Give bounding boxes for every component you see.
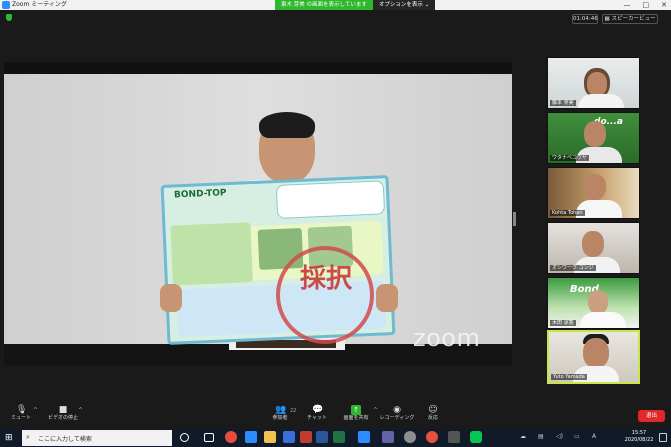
speaker-left-hand <box>160 284 182 312</box>
zoom-watermark: zoom <box>413 324 481 352</box>
meeting-topbar <box>0 10 671 28</box>
speaker-right-hand <box>376 284 398 312</box>
app-icon[interactable] <box>426 431 438 443</box>
participant-tile[interactable]: Bond 木田 涼香 <box>547 277 640 329</box>
chat-bubble-icon: 💬 <box>312 405 324 415</box>
participant-name: 藤本 芽実 <box>550 100 576 106</box>
leave-meeting-button[interactable]: 退出 <box>638 410 665 422</box>
poster-bubble <box>275 180 386 219</box>
participant-face <box>583 338 609 368</box>
excel-icon[interactable] <box>333 431 345 443</box>
ime-indicator[interactable]: A <box>592 433 596 440</box>
video-options-caret[interactable]: ^ <box>78 407 83 414</box>
app-icon[interactable] <box>404 431 416 443</box>
cloud-icon[interactable]: ☁ <box>520 433 526 440</box>
participant-tile[interactable]: オシワーク コンジ <box>547 222 640 274</box>
participant-face <box>584 121 606 147</box>
audio-options-caret[interactable]: ^ <box>33 407 38 414</box>
minimize-button[interactable]: — <box>624 0 631 10</box>
participants-count: 22 <box>290 408 297 414</box>
participant-name: Kohta Tohan <box>550 210 585 216</box>
participant-name: ワタナベコウヤ <box>550 155 589 161</box>
mail-icon[interactable] <box>283 431 295 443</box>
line-icon[interactable] <box>470 431 482 443</box>
battery-icon[interactable]: ▭ <box>574 433 580 440</box>
taskbar-search-placeholder: ここに入力して検索 <box>38 436 92 443</box>
reactions-button[interactable]: ☺ 反応 <box>414 404 452 426</box>
window-controls: — □ ✕ <box>624 0 668 10</box>
system-tray: ☁ ▤ ◁) ▭ A <box>508 431 638 445</box>
speaker-view-button[interactable]: ▦ スピーカービュー <box>602 14 658 24</box>
chrome-icon[interactable] <box>225 431 237 443</box>
participant-name: 木田 涼香 <box>550 320 576 326</box>
notification-icon[interactable] <box>659 433 667 442</box>
poster-title: BOND-TOP <box>173 188 227 201</box>
volume-icon[interactable]: ◁) <box>556 433 563 440</box>
participant-face <box>582 231 604 257</box>
share-arrow-icon: ↑ <box>351 405 361 415</box>
search-icon: ⌕ <box>26 433 30 441</box>
word-icon[interactable] <box>316 431 328 443</box>
participants-icon: 👥 <box>275 405 287 415</box>
chat-button[interactable]: 💬 チャット <box>298 404 336 426</box>
smiley-icon: ☺ <box>428 405 438 415</box>
share-status: 東木 芽美 の画面を表示しています <box>275 0 373 10</box>
windows-start-icon[interactable]: ⊞ <box>5 433 15 443</box>
cortana-icon[interactable] <box>180 433 189 442</box>
approval-stamp <box>276 246 374 344</box>
participant-face <box>588 290 608 314</box>
meeting-timer: 01:04:46 <box>572 14 598 24</box>
main-speaker-video: BOND-TOP 採択 zoom <box>4 62 512 366</box>
powerpoint-icon[interactable] <box>300 431 312 443</box>
share-screen-button[interactable]: ↑ 画面を共有 <box>337 404 375 426</box>
panel-resize-handle[interactable] <box>513 212 516 226</box>
participant-face <box>587 72 607 96</box>
zoom-logo-icon <box>2 1 10 9</box>
taskbar-search[interactable]: ⌕ ここに入力して検索 <box>22 430 172 446</box>
edge-icon[interactable] <box>245 431 257 443</box>
speaker-hair <box>259 112 315 138</box>
stamp-text: 採択 <box>299 264 352 294</box>
view-options-button[interactable]: オプションを表示 ⌄ <box>372 0 436 10</box>
record-button[interactable]: ◉ レコーディング <box>378 404 416 426</box>
clock-date: 2020/08/22 <box>624 437 654 443</box>
participant-face <box>584 174 606 200</box>
participant-tile[interactable]: 藤本 芽実 <box>547 57 640 109</box>
participant-tile[interactable]: do...a ワタナベコウヤ <box>547 112 640 164</box>
participant-tile[interactable]: Kohta Tohan <box>547 167 640 219</box>
participant-tile-active-speaker[interactable]: Yuto Yamada <box>547 330 640 384</box>
participant-shirt <box>580 312 626 328</box>
file-explorer-icon[interactable] <box>264 431 276 443</box>
record-icon: ◉ <box>393 405 401 415</box>
video-letterbox-top <box>4 62 512 74</box>
microphone-icon: 🎙 <box>16 405 28 415</box>
zoom-taskbar-icon[interactable] <box>358 431 370 443</box>
app-icon[interactable] <box>448 431 460 443</box>
participant-name: オシワーク コンジ <box>550 265 596 271</box>
participant-name: Yuto Yamada <box>551 374 587 380</box>
participant-shirt <box>578 94 624 108</box>
window-title: Zoom ミーティング <box>12 1 67 8</box>
task-view-icon[interactable] <box>204 433 214 442</box>
video-camera-icon: ■ <box>58 405 68 415</box>
stop-video-button[interactable]: ■ ビデオの停止 <box>44 404 82 426</box>
share-banner: 東木 芽美 の画面を表示しています オプションを表示 ⌄ <box>275 0 436 10</box>
poster-panel <box>170 222 253 286</box>
clock-time: 15:57 <box>631 430 647 436</box>
close-button[interactable]: ✕ <box>661 0 667 10</box>
maximize-button[interactable]: □ <box>643 0 650 10</box>
encryption-shield-icon[interactable] <box>6 14 12 21</box>
network-icon[interactable]: ▤ <box>538 433 544 440</box>
teams-icon[interactable] <box>382 431 394 443</box>
taskbar-clock[interactable]: 15:57 2020/08/22 <box>622 430 656 444</box>
